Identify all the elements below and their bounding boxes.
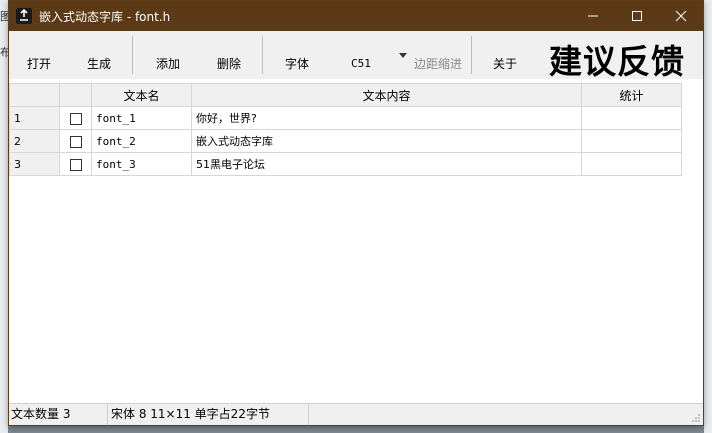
status-bar: 文本数量 3 宋体 8 11×11 单字占22字节	[9, 403, 703, 425]
header-text-name[interactable]: 文本名	[91, 83, 192, 107]
table-row[interactable]: 2 font_2 嵌入式动态字库	[9, 129, 682, 153]
minimize-button[interactable]	[571, 1, 615, 31]
row-text-name[interactable]: font_3	[91, 152, 192, 176]
add-button[interactable]: 添加	[142, 31, 194, 79]
delete-button[interactable]: 删除	[203, 31, 255, 79]
row-count	[581, 106, 682, 130]
toolbar-separator	[132, 36, 133, 74]
row-text-content[interactable]: 51黑电子论坛	[191, 152, 582, 176]
text-grid: 文本名 文本内容 统计 1 font_1 你好，世界? 2 font_2 嵌入式…	[9, 83, 703, 399]
header-count[interactable]: 统计	[581, 83, 682, 107]
header-text-content[interactable]: 文本内容	[191, 83, 582, 107]
row-index: 1	[9, 106, 60, 130]
toolbar-separator	[262, 36, 263, 74]
row-count	[581, 129, 682, 153]
title-bar[interactable]: 嵌入式动态字库 - font.h	[9, 1, 703, 31]
checkbox-icon[interactable]	[69, 135, 82, 148]
window-title: 嵌入式动态字库 - font.h	[39, 10, 171, 24]
app-window: 嵌入式动态字库 - font.h 打开 生成 添加 删除 字体 C51 边距缩进…	[8, 0, 704, 426]
status-text-count: 文本数量 3	[9, 404, 108, 425]
maximize-button[interactable]	[615, 1, 659, 31]
toolbar: 打开 生成 添加 删除 字体 C51 边距缩进 关于 建议反馈	[9, 31, 703, 81]
row-text-content[interactable]: 嵌入式动态字库	[191, 129, 582, 153]
row-count	[581, 152, 682, 176]
toolbar-separator	[471, 36, 472, 74]
maximize-icon	[632, 11, 642, 21]
row-text-name[interactable]: font_2	[91, 129, 192, 153]
font-select-dropdown[interactable]: C51	[341, 31, 407, 79]
font-select-value: C51	[351, 57, 371, 70]
table-header-row: 文本名 文本内容 统计	[9, 83, 682, 107]
row-index: 3	[9, 152, 60, 176]
checkbox-icon[interactable]	[69, 158, 82, 171]
text-table: 文本名 文本内容 统计 1 font_1 你好，世界? 2 font_2 嵌入式…	[9, 83, 682, 176]
background-app-left-edge: 图 布	[0, 0, 11, 433]
row-index: 2	[9, 129, 60, 153]
row-checkbox[interactable]	[59, 106, 92, 130]
row-text-name[interactable]: font_1	[91, 106, 192, 130]
feedback-button[interactable]: 建议反馈	[549, 35, 685, 83]
checkbox-icon[interactable]	[69, 112, 82, 125]
row-checkbox[interactable]	[59, 129, 92, 153]
chevron-down-icon	[399, 53, 407, 58]
generate-button[interactable]: 生成	[73, 31, 125, 79]
header-index	[9, 83, 60, 107]
indent-button[interactable]: 边距缩进	[409, 31, 467, 79]
status-font-info: 宋体 8 11×11 单字占22字节	[109, 404, 309, 425]
background-app-right-edge	[704, 0, 712, 433]
font-button[interactable]: 字体	[271, 31, 323, 79]
close-icon	[675, 10, 687, 22]
resize-grip-icon[interactable]	[691, 413, 701, 423]
table-row[interactable]: 3 font_3 51黑电子论坛	[9, 152, 682, 176]
about-button[interactable]: 关于	[479, 31, 531, 79]
header-checkbox	[59, 83, 92, 107]
close-button[interactable]	[659, 1, 703, 31]
table-row[interactable]: 1 font_1 你好，世界?	[9, 106, 682, 130]
open-button[interactable]: 打开	[13, 31, 65, 79]
row-checkbox[interactable]	[59, 152, 92, 176]
app-logo-icon	[16, 8, 32, 24]
row-text-content[interactable]: 你好，世界?	[191, 106, 582, 130]
minimize-icon	[588, 15, 598, 17]
